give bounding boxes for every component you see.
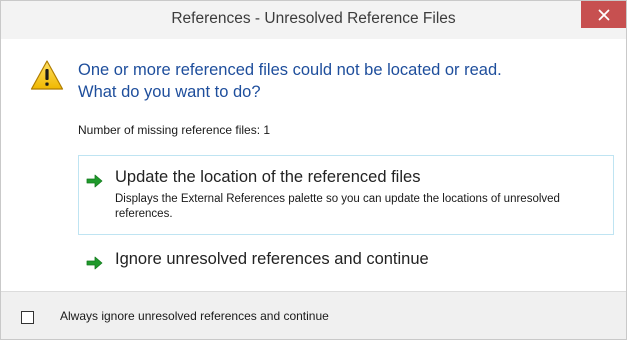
always-ignore-checkbox[interactable] [21, 311, 34, 324]
missing-files-count: Number of missing reference files: 1 [78, 123, 271, 137]
update-location-command[interactable]: Update the location of the referenced fi… [78, 155, 614, 235]
green-arrow-icon [86, 256, 103, 270]
green-arrow-icon [86, 174, 103, 188]
main-instruction: One or more referenced files could not b… [78, 59, 502, 103]
close-button[interactable] [581, 1, 626, 28]
title-bar[interactable]: References - Unresolved Reference Files [1, 1, 626, 39]
update-location-description: Displays the External References palette… [115, 193, 560, 220]
close-icon [598, 9, 609, 20]
warning-icon [30, 60, 64, 90]
instruction-line-1: One or more referenced files could not b… [78, 61, 502, 79]
dialog-window: References - Unresolved Reference Files … [0, 0, 627, 340]
update-location-title: Update the location of the referenced fi… [115, 168, 421, 186]
ignore-references-command[interactable]: Ignore unresolved references and continu… [78, 241, 614, 279]
window-title: References - Unresolved Reference Files [171, 10, 456, 27]
dialog-footer: Always ignore unresolved references and … [1, 291, 626, 339]
dialog-content: One or more referenced files could not b… [1, 39, 626, 291]
instruction-line-2: What do you want to do? [78, 83, 261, 101]
always-ignore-label[interactable]: Always ignore unresolved references and … [60, 309, 329, 323]
ignore-references-title: Ignore unresolved references and continu… [115, 250, 429, 268]
